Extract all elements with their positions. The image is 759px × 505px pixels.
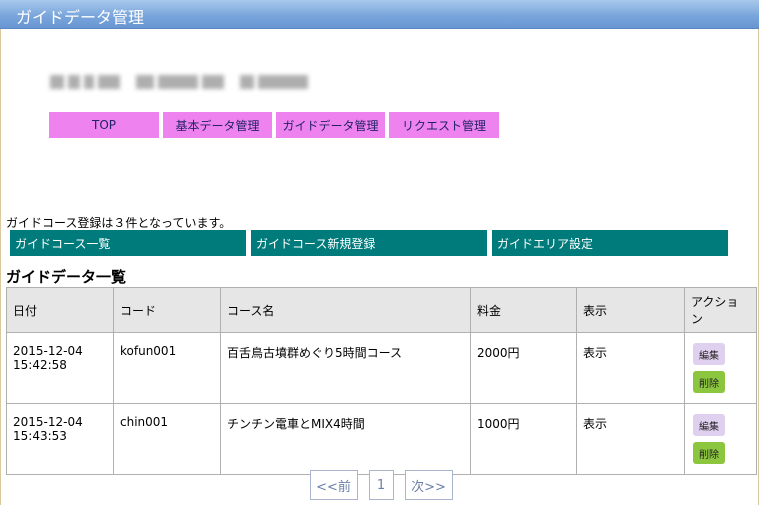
nav-top[interactable]: TOP (49, 112, 159, 138)
header-display: 表示 (576, 287, 685, 333)
main-nav: TOP 基本データ管理 ガイドデータ管理 リクエスト管理 (49, 112, 499, 138)
nav-request[interactable]: リクエスト管理 (389, 112, 499, 138)
row-time: 15:43:53 (13, 429, 67, 443)
edit-button[interactable]: 編集 (693, 343, 725, 365)
page-title: ガイドデータ管理 (16, 8, 145, 27)
sub-nav: ガイドコース一覧 ガイドコース新規登録 ガイドエリア設定 (10, 230, 728, 256)
guide-data-table: 日付 コード コース名 料金 表示 アクション 2015-12-04 15:42… (6, 287, 757, 475)
header-date: 日付 (6, 287, 114, 333)
cell-actions: 編集 削除 (684, 332, 757, 404)
guide-course-list-button[interactable]: ガイドコース一覧 (10, 230, 246, 256)
table-header-row: 日付 コード コース名 料金 表示 アクション (6, 287, 757, 333)
edit-button[interactable]: 編集 (693, 414, 725, 436)
row-date: 2015-12-04 (13, 344, 83, 358)
guide-course-new-button[interactable]: ガイドコース新規登録 (251, 230, 487, 256)
cell-actions: 編集 削除 (684, 403, 757, 475)
pager-next-button[interactable]: 次>> (404, 470, 453, 500)
course-count-text: ガイドコース登録は３件となっています。 (6, 216, 232, 230)
pager-page-1[interactable]: 1 (368, 470, 394, 500)
cell-course-name: チンチン電車とMIX4時間 (220, 403, 471, 475)
cell-display: 表示 (576, 403, 685, 475)
cell-fee: 1000円 (470, 403, 577, 475)
cell-date: 2015-12-04 15:43:53 (6, 403, 114, 475)
cell-fee: 2000円 (470, 332, 577, 404)
nav-basic-data[interactable]: 基本データ管理 (163, 112, 272, 138)
pagination: <<前 1 次>> (0, 470, 759, 500)
cell-code: chin001 (113, 403, 221, 475)
header-fee: 料金 (470, 287, 577, 333)
row-date: 2015-12-04 (13, 415, 83, 429)
pager-prev-button[interactable]: <<前 (309, 470, 358, 500)
cell-display: 表示 (576, 332, 685, 404)
nav-guide-data[interactable]: ガイドデータ管理 (276, 112, 385, 138)
delete-button[interactable]: 削除 (693, 442, 725, 464)
section-title: ガイドデータ一覧 (6, 268, 127, 286)
header-code: コード (113, 287, 221, 333)
title-bar: ガイドデータ管理 (0, 0, 759, 29)
row-time: 15:42:58 (13, 358, 67, 372)
cell-course-name: 百舌鳥古墳群めぐり5時間コース (220, 332, 471, 404)
redacted-user-info (50, 72, 320, 92)
delete-button[interactable]: 削除 (693, 371, 725, 393)
header-course-name: コース名 (220, 287, 471, 333)
guide-area-settings-button[interactable]: ガイドエリア設定 (492, 230, 728, 256)
table-row: 2015-12-04 15:43:53 chin001 チンチン電車とMIX4時… (6, 403, 757, 475)
table-row: 2015-12-04 15:42:58 kofun001 百舌鳥古墳群めぐり5時… (6, 332, 757, 404)
cell-date: 2015-12-04 15:42:58 (6, 332, 114, 404)
cell-code: kofun001 (113, 332, 221, 404)
header-action: アクション (684, 287, 757, 333)
